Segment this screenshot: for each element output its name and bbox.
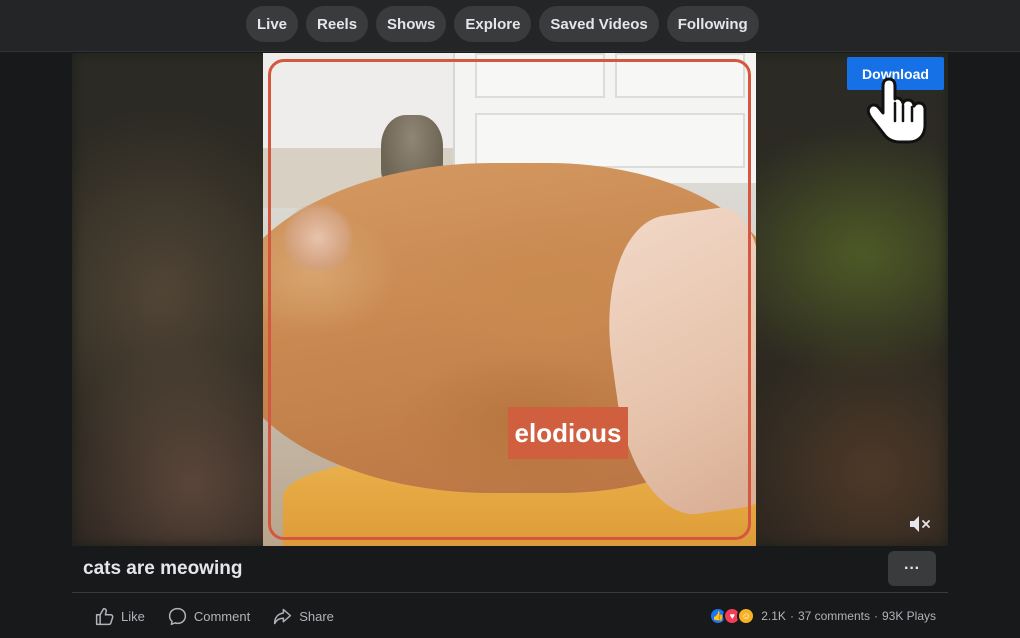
tab-reels[interactable]: Reels (306, 6, 369, 42)
share-label: Share (299, 608, 334, 624)
top-nav: Live Reels Shows Explore Saved Videos Fo… (0, 0, 1020, 52)
tab-live[interactable]: Live (246, 6, 299, 42)
hand-cursor-icon (866, 77, 927, 144)
comments-count[interactable]: 37 comments (798, 609, 870, 623)
like-button[interactable]: Like (94, 606, 145, 627)
tab-explore[interactable]: Explore (454, 6, 532, 42)
reactions-count[interactable]: 2.1K (761, 609, 786, 623)
mute-icon[interactable] (908, 513, 932, 535)
like-label: Like (121, 608, 145, 624)
stats-separator-2: · (873, 609, 878, 623)
post-stats: 👍 ♥ ☺ 2.1K · 37 comments · 93K Plays (709, 604, 936, 628)
share-arrow-icon (274, 608, 292, 624)
highlight-frame (268, 59, 751, 540)
tab-shows[interactable]: Shows (376, 6, 447, 42)
video-tabs: Live Reels Shows Explore Saved Videos Fo… (246, 6, 759, 42)
divider (72, 592, 948, 593)
haha-reaction-icon: ☺ (737, 607, 756, 625)
reaction-icons[interactable]: 👍 ♥ ☺ (709, 607, 756, 625)
stats-separator: · (789, 609, 794, 623)
comment-button[interactable]: Comment (167, 606, 250, 627)
video-frame[interactable]: elodious (263, 53, 756, 546)
plays-count: 93K Plays (881, 609, 936, 623)
video-title: cats are meowing (83, 558, 243, 579)
thumbs-up-icon (95, 607, 114, 625)
post-actions: Like Comment Share (94, 604, 356, 628)
tab-saved-videos[interactable]: Saved Videos (539, 6, 659, 42)
share-button[interactable]: Share (272, 606, 334, 627)
more-options-button[interactable]: ··· (888, 551, 936, 586)
comment-label: Comment (193, 608, 251, 624)
video-caption: elodious (508, 407, 628, 459)
comment-bubble-icon (168, 607, 186, 625)
video-player[interactable]: elodious Download (72, 53, 948, 546)
tab-following[interactable]: Following (666, 6, 759, 42)
